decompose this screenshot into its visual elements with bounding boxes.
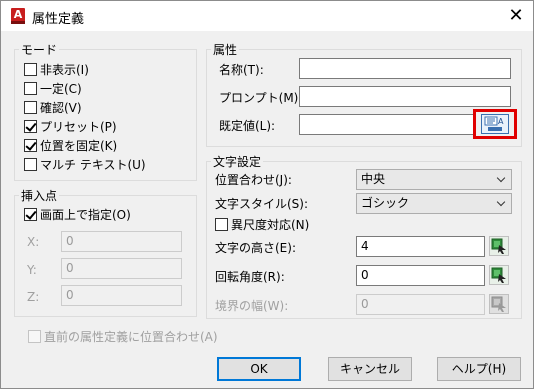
- annotative-label: 異尺度対応(N): [231, 218, 310, 232]
- rotation-input[interactable]: 0: [356, 265, 485, 286]
- app-icon-letter: A: [13, 8, 23, 21]
- insert-field-button[interactable]: A: [473, 109, 517, 139]
- invisible-checkbox-box[interactable]: [24, 63, 37, 76]
- preset-label: プリセット(P): [40, 120, 117, 134]
- x-label: X:: [27, 235, 40, 249]
- attribute-legend: 属性: [213, 43, 238, 57]
- x-input[interactable]: 0: [61, 231, 182, 252]
- specify-on-screen-checkbox-box[interactable]: [24, 208, 37, 221]
- boundary-width-label: 境界の幅(W):: [215, 299, 289, 313]
- annotative-checkbox-box[interactable]: [215, 218, 228, 231]
- chevron-down-icon: [496, 173, 506, 183]
- tag-label: 名称(T):: [219, 63, 264, 77]
- text-height-input[interactable]: 4: [356, 236, 485, 257]
- chevron-down-icon: [496, 197, 506, 207]
- pick-height-button[interactable]: [489, 236, 509, 256]
- multiline-label: マルチ テキスト(U): [40, 158, 146, 172]
- pick-width-button[interactable]: [489, 294, 509, 314]
- svg-text:A: A: [498, 117, 504, 126]
- close-icon[interactable]: ✕: [499, 1, 533, 31]
- text-style-select[interactable]: ゴシック: [356, 193, 512, 214]
- y-label: Y:: [27, 263, 37, 277]
- verify-checkbox[interactable]: 確認(V): [24, 100, 82, 116]
- align-below-previous-checkbox-box[interactable]: [28, 330, 41, 343]
- lock-position-checkbox[interactable]: 位置を固定(K): [24, 138, 117, 154]
- justification-label: 位置合わせ(J):: [215, 173, 292, 187]
- pick-point-icon: [491, 296, 506, 312]
- align-below-previous-checkbox[interactable]: 直前の属性定義に位置合わせ(A): [28, 329, 218, 345]
- insertion-point-legend: 挿入点: [21, 189, 58, 203]
- boundary-width-input[interactable]: 0: [356, 294, 485, 315]
- text-height-label: 文字の高さ(E):: [215, 241, 296, 255]
- annotative-checkbox[interactable]: 異尺度対応(N): [215, 217, 309, 233]
- preset-checkbox[interactable]: プリセット(P): [24, 119, 117, 135]
- pick-rotation-button[interactable]: [489, 265, 509, 285]
- text-style-value: ゴシック: [361, 196, 410, 210]
- lock-position-checkbox-box[interactable]: [24, 139, 37, 152]
- lock-position-label: 位置を固定(K): [40, 139, 118, 153]
- mode-legend: モード: [21, 43, 58, 57]
- autocad-app-icon: A: [11, 8, 25, 24]
- align-below-previous-label: 直前の属性定義に位置合わせ(A): [44, 330, 218, 344]
- constant-label: 一定(C): [40, 82, 82, 96]
- cancel-button[interactable]: キャンセル: [328, 357, 412, 381]
- z-label: Z:: [27, 290, 40, 304]
- default-label: 既定値(L):: [219, 119, 276, 133]
- rotation-label: 回転角度(R):: [215, 270, 285, 284]
- specify-on-screen-checkbox[interactable]: 画面上で指定(O): [24, 207, 131, 223]
- attribute-definition-dialog: A 属性定義 ✕ モード 非表示(I) 一定(C) 確認(V) プリセット(P)…: [0, 0, 534, 389]
- constant-checkbox-box[interactable]: [24, 82, 37, 95]
- tag-input[interactable]: [299, 58, 511, 79]
- text-style-label: 文字スタイル(S):: [215, 197, 309, 211]
- default-input[interactable]: [299, 114, 475, 135]
- justification-value: 中央: [361, 172, 386, 186]
- title-bar: A 属性定義 ✕: [1, 1, 533, 31]
- justification-select[interactable]: 中央: [356, 169, 512, 190]
- verify-checkbox-box[interactable]: [24, 101, 37, 114]
- pick-point-icon: [491, 238, 506, 254]
- y-input[interactable]: 0: [61, 258, 182, 279]
- insert-field-icon[interactable]: A: [481, 114, 509, 134]
- multiline-checkbox[interactable]: マルチ テキスト(U): [24, 157, 146, 173]
- invisible-label: 非表示(I): [40, 63, 89, 77]
- verify-label: 確認(V): [40, 101, 82, 115]
- window-title: 属性定義: [32, 12, 85, 27]
- invisible-checkbox[interactable]: 非表示(I): [24, 62, 89, 78]
- specify-on-screen-label: 画面上で指定(O): [40, 208, 131, 222]
- z-input[interactable]: 0: [61, 285, 182, 306]
- preset-checkbox-box[interactable]: [24, 120, 37, 133]
- constant-checkbox[interactable]: 一定(C): [24, 81, 82, 97]
- text-settings-legend: 文字設定: [213, 155, 262, 169]
- ok-button[interactable]: OK: [217, 357, 301, 381]
- help-button[interactable]: ヘルプ(H): [437, 357, 521, 381]
- prompt-label: プロンプト(M):: [219, 91, 303, 105]
- pick-point-icon: [491, 267, 506, 283]
- prompt-input[interactable]: [299, 86, 511, 107]
- multiline-checkbox-box[interactable]: [24, 158, 37, 171]
